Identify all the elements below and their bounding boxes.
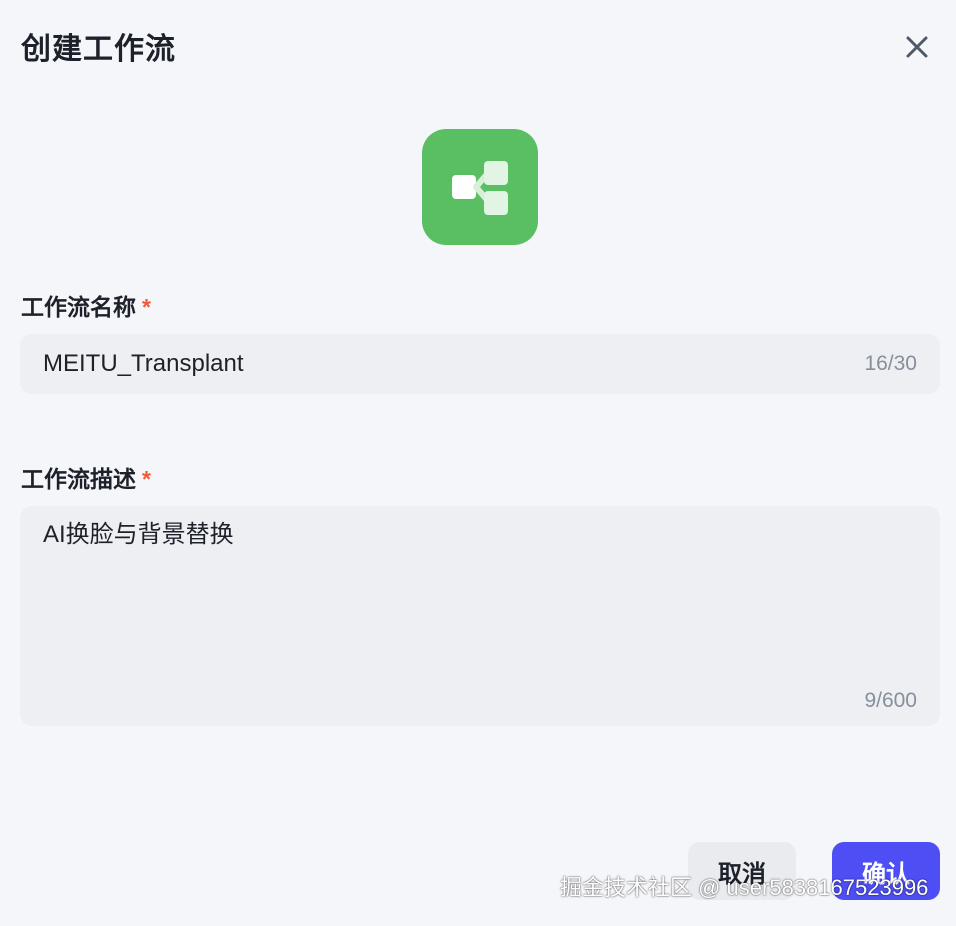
workflow-name-value[interactable]: MEITU_Transplant <box>43 347 244 381</box>
cancel-button[interactable]: 取消 <box>688 842 796 900</box>
workflow-tree-icon <box>452 161 508 215</box>
workflow-description-label: 工作流描述 * <box>21 462 151 496</box>
dialog-title: 创建工作流 <box>21 33 176 66</box>
workflow-description-value[interactable]: AI换脸与背景替换 <box>43 518 234 552</box>
workflow-name-input[interactable]: MEITU_Transplant 16/30 <box>20 334 940 394</box>
close-button[interactable] <box>902 34 932 64</box>
required-mark: * <box>142 466 151 492</box>
workflow-name-counter: 16/30 <box>864 352 917 375</box>
close-icon <box>905 35 929 64</box>
create-workflow-dialog: 创建工作流 工作流名称 * MEITU_Transplant 16/30 工作流描… <box>0 0 956 926</box>
workflow-name-label: 工作流名称 * <box>21 290 151 324</box>
workflow-description-textarea[interactable]: AI换脸与背景替换 9/600 <box>20 506 940 726</box>
confirm-button[interactable]: 确认 <box>832 842 940 900</box>
workflow-description-counter: 9/600 <box>864 689 917 712</box>
workflow-description-label-text: 工作流描述 <box>21 466 136 492</box>
workflow-app-icon[interactable] <box>422 129 538 245</box>
workflow-name-label-text: 工作流名称 <box>21 294 136 320</box>
required-mark: * <box>142 294 151 320</box>
